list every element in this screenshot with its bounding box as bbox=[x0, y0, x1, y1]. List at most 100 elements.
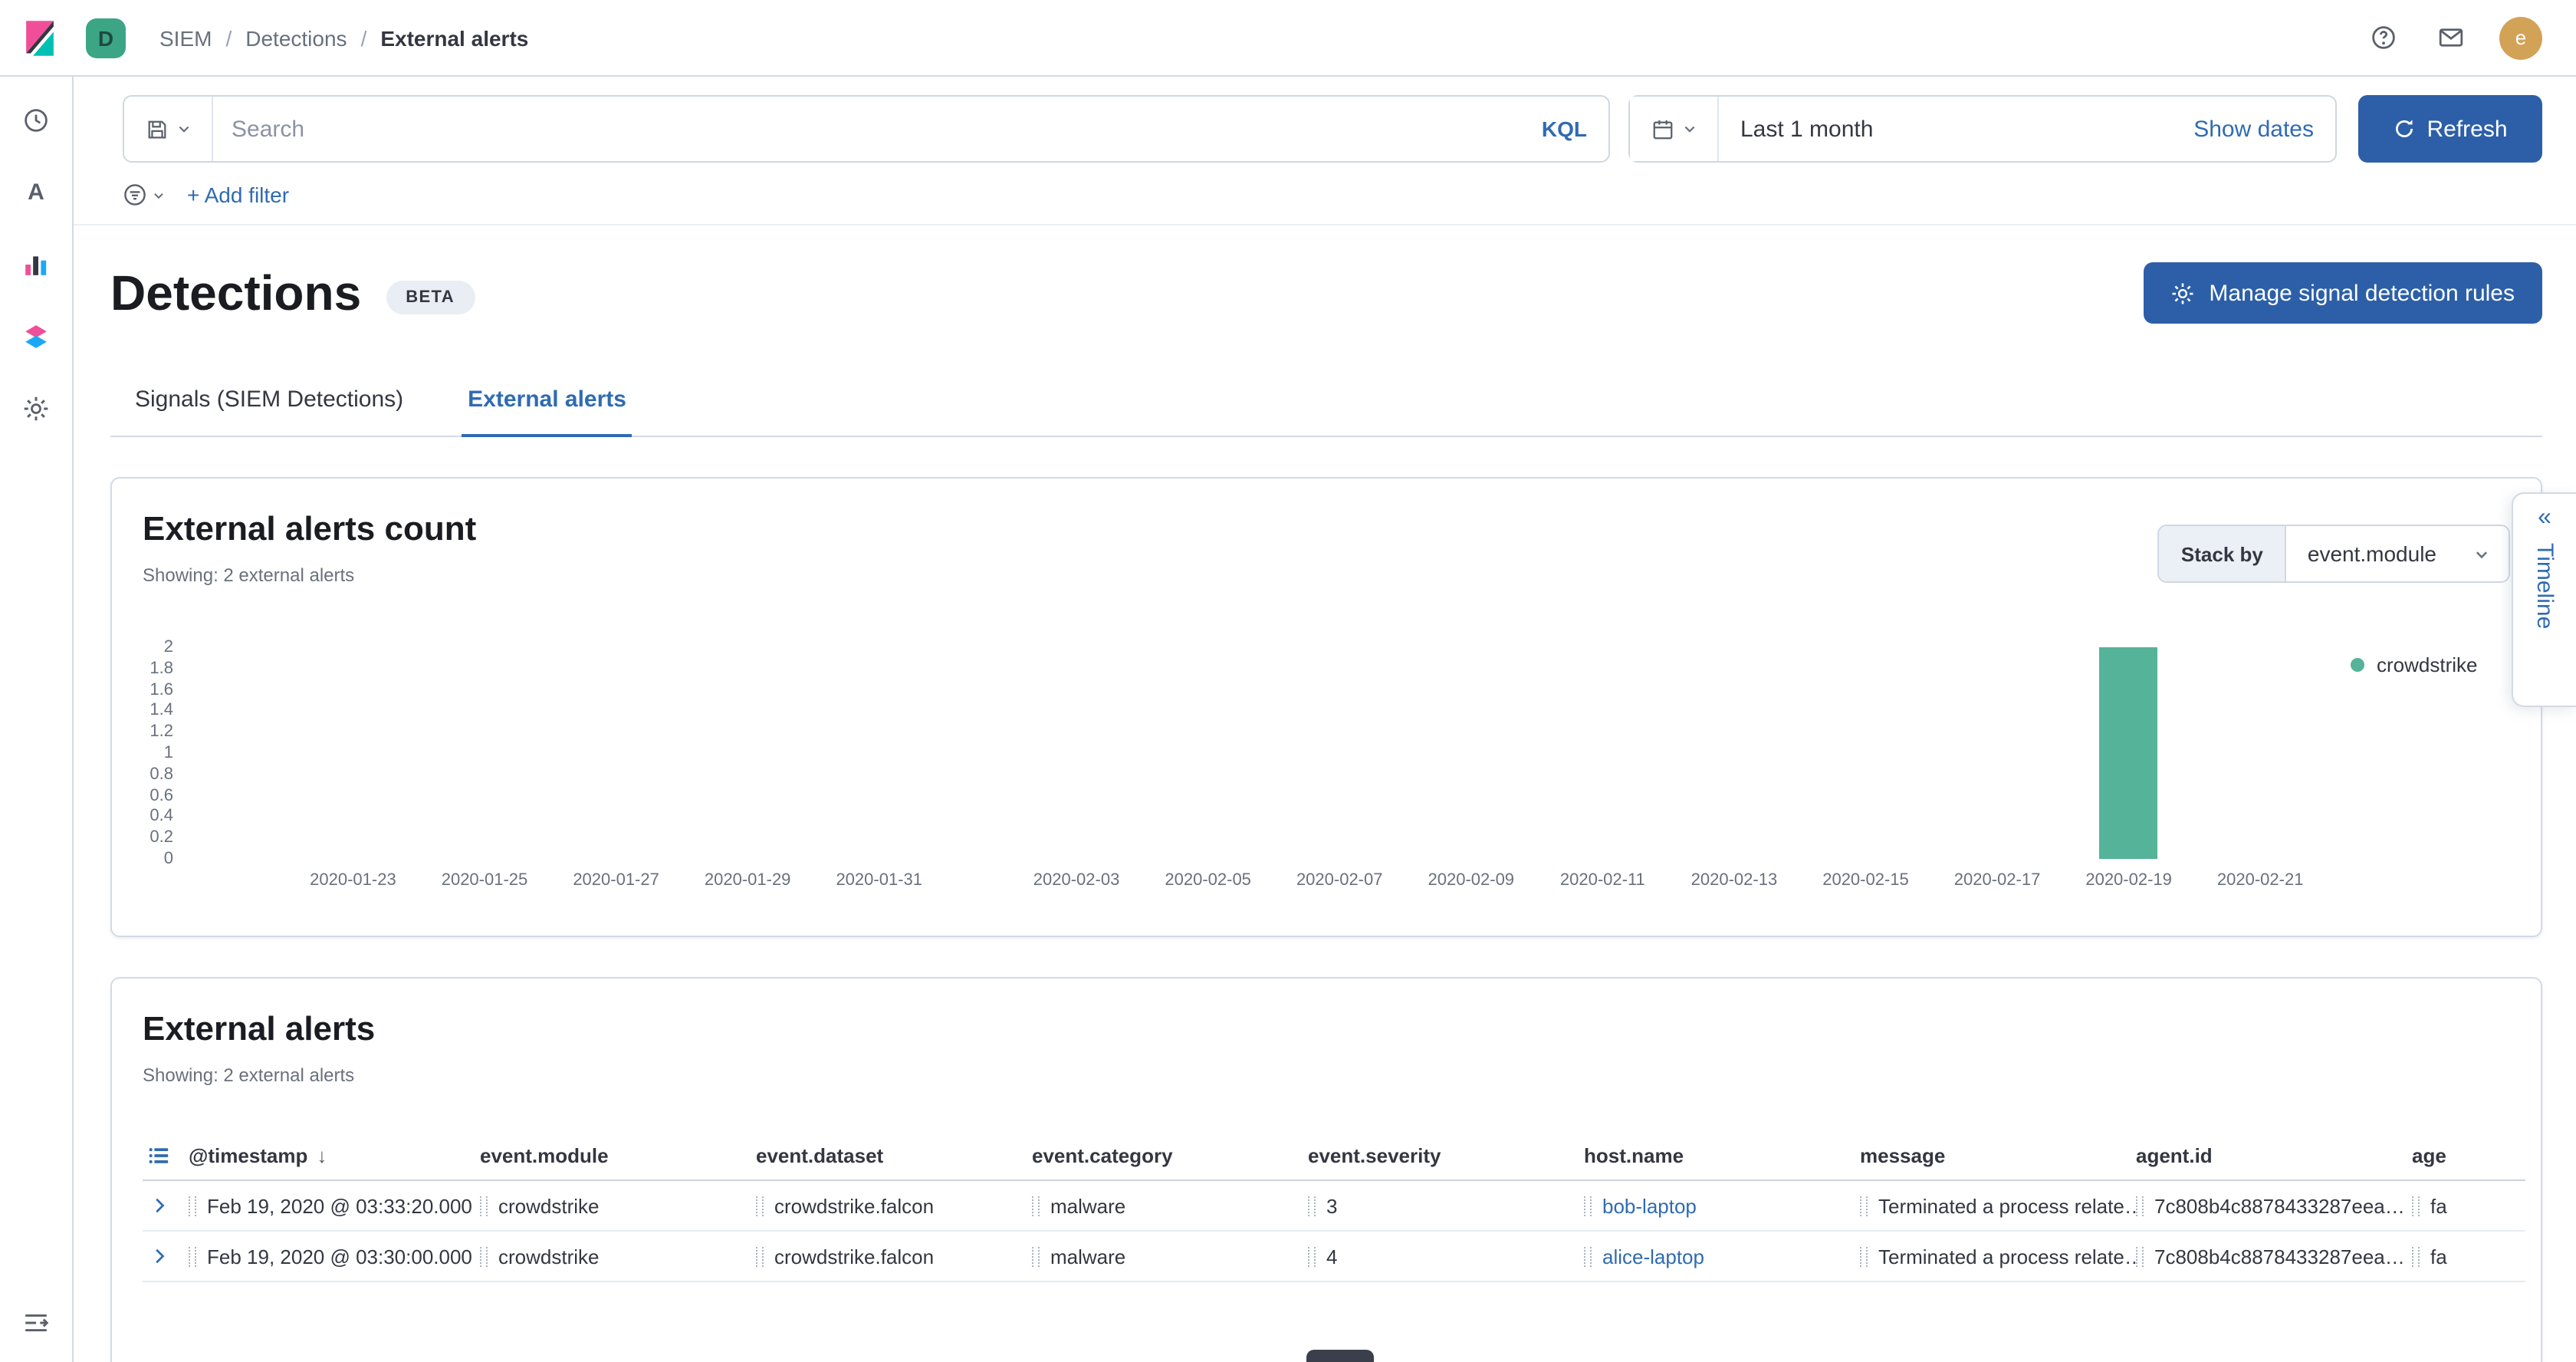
filter-options-icon[interactable] bbox=[123, 183, 166, 207]
cell-value: Feb 19, 2020 @ 03:33:20.000 bbox=[207, 1194, 472, 1217]
column-header-event-severity[interactable]: event.severity bbox=[1308, 1144, 1584, 1167]
x-axis-label: 2020-02-09 bbox=[1428, 871, 1515, 890]
user-avatar[interactable]: e bbox=[2499, 16, 2542, 59]
chevron-down-icon bbox=[152, 188, 166, 202]
drag-handle-icon[interactable] bbox=[1860, 1196, 1868, 1216]
y-axis-label: 0 bbox=[164, 850, 173, 868]
drag-handle-icon[interactable] bbox=[2412, 1246, 2420, 1266]
cell-event-module: crowdstrike bbox=[480, 1245, 756, 1268]
y-axis-label: 2 bbox=[164, 638, 173, 656]
cell-host-name: bob-laptop bbox=[1584, 1194, 1860, 1217]
legend-item[interactable]: crowdstrike bbox=[2351, 653, 2510, 676]
drag-handle-icon[interactable] bbox=[1032, 1246, 1040, 1266]
y-axis-label: 1.4 bbox=[150, 702, 173, 720]
show-dates-button[interactable]: Show dates bbox=[2193, 116, 2335, 142]
column-header-host-name[interactable]: host.name bbox=[1584, 1144, 1860, 1167]
y-axis-label: 1 bbox=[164, 744, 173, 762]
x-axis-label: 2020-02-19 bbox=[2085, 871, 2172, 890]
column-header-message[interactable]: message bbox=[1860, 1144, 2136, 1167]
search-input[interactable] bbox=[213, 116, 1520, 142]
chart-bar[interactable] bbox=[2100, 647, 2158, 859]
cell-event-dataset: crowdstrike.falcon bbox=[756, 1194, 1032, 1217]
breadcrumb-item-external-alerts: External alerts bbox=[380, 25, 528, 50]
kibana-logo[interactable] bbox=[0, 18, 80, 58]
row-expand-button[interactable] bbox=[143, 1247, 189, 1265]
cell-value: malware bbox=[1050, 1245, 1125, 1268]
drag-handle-icon[interactable] bbox=[1308, 1196, 1316, 1216]
drag-handle-icon[interactable] bbox=[1032, 1196, 1040, 1216]
management-gear-icon[interactable] bbox=[18, 390, 54, 426]
kibana-logo-icon bbox=[20, 18, 60, 58]
chart-x-axis: 2020-01-232020-01-252020-01-272020-01-29… bbox=[189, 871, 2326, 899]
siem-app-icon[interactable] bbox=[18, 317, 54, 354]
drag-handle-icon[interactable] bbox=[189, 1196, 196, 1216]
help-icon[interactable] bbox=[2364, 19, 2401, 56]
newsfeed-mail-icon[interactable] bbox=[2432, 19, 2469, 56]
drag-handle-icon[interactable] bbox=[1860, 1246, 1868, 1266]
count-panel-title: External alerts count bbox=[143, 509, 2510, 549]
time-range-value[interactable]: Last 1 month bbox=[1719, 116, 2193, 142]
column-header-event-dataset[interactable]: event.dataset bbox=[756, 1144, 1032, 1167]
drag-handle-icon[interactable] bbox=[480, 1196, 488, 1216]
tabs: Signals (SIEM Detections) External alerts bbox=[110, 367, 2542, 437]
saved-query-menu-button[interactable] bbox=[124, 97, 213, 161]
recently-viewed-icon[interactable] bbox=[18, 101, 54, 138]
drag-handle-icon[interactable] bbox=[756, 1196, 764, 1216]
column-header-label: event.severity bbox=[1308, 1144, 1441, 1167]
tab-signals-siem-detections[interactable]: Signals (SIEM Detections) bbox=[129, 367, 409, 436]
y-axis-label: 0.6 bbox=[150, 786, 173, 804]
column-header-timestamp[interactable]: @timestamp↓ bbox=[189, 1144, 480, 1167]
column-header-age[interactable]: age bbox=[2412, 1144, 2525, 1167]
legend-swatch bbox=[2351, 658, 2364, 672]
drag-handle-icon[interactable] bbox=[480, 1246, 488, 1266]
drag-handle-icon[interactable] bbox=[189, 1246, 196, 1266]
x-axis-label: 2020-02-13 bbox=[1691, 871, 1778, 890]
topbar-actions: e bbox=[2364, 16, 2576, 59]
drag-handle-icon[interactable] bbox=[1584, 1196, 1592, 1216]
drag-handle-icon[interactable] bbox=[2136, 1196, 2144, 1216]
kql-syntax-button[interactable]: KQL bbox=[1520, 117, 1608, 141]
drag-handle-icon[interactable] bbox=[2412, 1196, 2420, 1216]
beta-badge: BETA bbox=[386, 281, 475, 314]
visualize-app-icon[interactable] bbox=[18, 245, 54, 282]
column-header-agent-id[interactable]: agent.id bbox=[2136, 1144, 2412, 1167]
breadcrumb-item-detections[interactable]: Detections bbox=[245, 25, 347, 50]
page-title: Detections bbox=[110, 265, 361, 321]
cell-value[interactable]: bob-laptop bbox=[1602, 1194, 1697, 1217]
nav-expand-icon[interactable] bbox=[18, 1304, 54, 1341]
breadcrumb-item-siem[interactable]: SIEM bbox=[159, 25, 212, 50]
timeline-flyout-toggle[interactable]: « Timeline bbox=[2512, 492, 2576, 707]
fields-browser-icon[interactable] bbox=[143, 1144, 189, 1167]
cell-event-category: malware bbox=[1032, 1194, 1308, 1217]
app-a-icon[interactable]: A bbox=[18, 173, 54, 210]
column-header-label: message bbox=[1860, 1144, 1945, 1167]
gear-icon bbox=[2170, 281, 2193, 304]
cell-event-severity: 4 bbox=[1308, 1245, 1584, 1268]
add-filter-button[interactable]: + Add filter bbox=[187, 183, 289, 207]
save-query-icon bbox=[145, 117, 168, 140]
refresh-icon bbox=[2393, 118, 2414, 140]
stack-by-select[interactable]: event.module bbox=[2286, 526, 2509, 581]
column-header-event-module[interactable]: event.module bbox=[480, 1144, 756, 1167]
main-content: KQL Last 1 month Show dates Refresh bbox=[74, 77, 2576, 1362]
drag-handle-icon[interactable] bbox=[756, 1246, 764, 1266]
drag-handle-icon[interactable] bbox=[1584, 1246, 1592, 1266]
chevron-down-icon bbox=[176, 121, 191, 137]
manage-rules-button[interactable]: Manage signal detection rules bbox=[2143, 262, 2542, 324]
filter-bar: + Add filter bbox=[123, 181, 2542, 209]
bar-chart: 00.20.40.60.811.21.41.61.82 crowdstrike bbox=[143, 647, 2510, 859]
chart-legend: crowdstrike bbox=[2326, 647, 2510, 859]
cell-value[interactable]: alice-laptop bbox=[1602, 1245, 1704, 1268]
drag-handle-icon[interactable] bbox=[1308, 1246, 1316, 1266]
kibana-window: D SIEM/Detections/External alerts e A bbox=[0, 0, 2576, 1362]
cell-value: crowdstrike.falcon bbox=[774, 1245, 934, 1268]
column-header-event-category[interactable]: event.category bbox=[1032, 1144, 1308, 1167]
x-axis-label: 2020-01-23 bbox=[310, 871, 396, 890]
date-quick-menu-button[interactable] bbox=[1630, 97, 1719, 161]
drag-handle-icon[interactable] bbox=[2136, 1246, 2144, 1266]
row-expand-button[interactable] bbox=[143, 1196, 189, 1215]
tab-external-alerts[interactable]: External alerts bbox=[462, 367, 632, 436]
refresh-button[interactable]: Refresh bbox=[2358, 95, 2542, 163]
calendar-icon bbox=[1651, 117, 1674, 140]
space-switcher[interactable]: D bbox=[86, 18, 126, 58]
